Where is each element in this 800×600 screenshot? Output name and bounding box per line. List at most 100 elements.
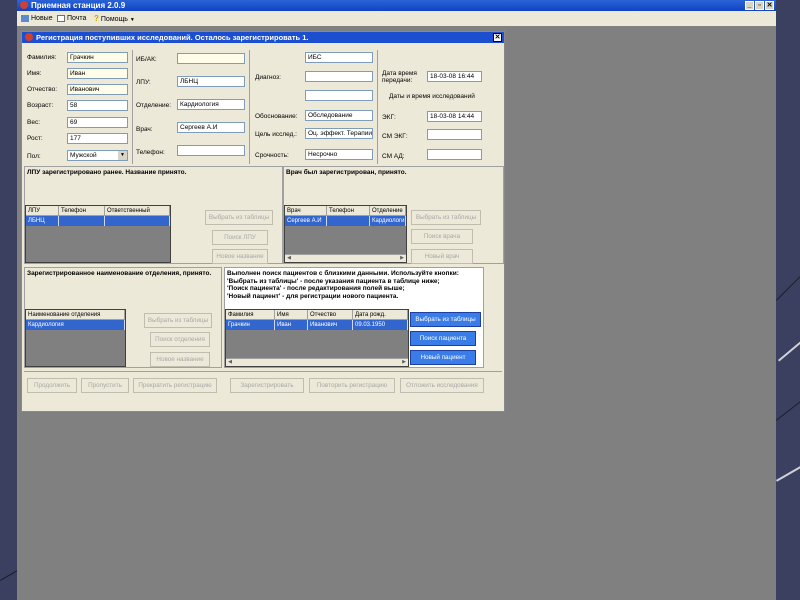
department-field[interactable]: Кардиология: [177, 99, 245, 110]
doctor-col-header[interactable]: Отделение: [370, 206, 406, 216]
department-table: Наименование отделения Кардиология: [25, 309, 126, 367]
age-field[interactable]: 58: [67, 100, 128, 111]
ib-field[interactable]: [177, 53, 245, 64]
scroll-right-icon[interactable]: ▶: [400, 359, 408, 366]
app-icon: [20, 1, 28, 9]
lastname-label: Фамилия:: [27, 54, 57, 61]
scroll-right-icon[interactable]: ▶: [398, 255, 406, 262]
scroll-left-icon[interactable]: ◀: [226, 359, 234, 366]
transfer-field[interactable]: 18-03-08 16:44: [427, 71, 482, 82]
height-field[interactable]: 177: [67, 133, 128, 144]
patient-row-cell[interactable]: Иван: [275, 320, 308, 330]
patient-message-line: 'Поиск пациента' - после редактирования …: [227, 285, 405, 292]
desktop-stripe: [776, 460, 800, 482]
desktop-stripe: [0, 570, 18, 581]
ecg-field[interactable]: 18-03-08 14:44: [427, 111, 482, 122]
doctor-field[interactable]: Сергеев А.И: [177, 122, 245, 133]
patronymic-field[interactable]: Иванович: [67, 84, 128, 95]
patient-col-header[interactable]: Имя: [275, 310, 308, 320]
register-button[interactable]: Зарегистрировать: [230, 378, 304, 393]
doctor-select-button[interactable]: Выбрать из таблицы: [411, 210, 481, 225]
diagnosis-field-2[interactable]: [305, 90, 373, 101]
department-col-header[interactable]: Наименование отделения: [26, 310, 125, 320]
patient-col-header[interactable]: Отчество: [308, 310, 353, 320]
patient-row-cell[interactable]: 09.03.1950: [353, 320, 408, 330]
column-separator: [377, 50, 378, 164]
goal-field[interactable]: Оц. эффект. Терапии: [305, 128, 373, 139]
basis-field[interactable]: Обследование: [305, 110, 373, 121]
doctor-new-button[interactable]: Новый врач: [411, 249, 473, 264]
maximize-button[interactable]: ▫: [755, 1, 764, 10]
department-select-button[interactable]: Выбрать из таблицы: [144, 313, 212, 328]
diagnosis-field-1[interactable]: [305, 71, 373, 82]
lastname-field[interactable]: Грачкин: [67, 52, 128, 63]
department-label: Отделение:: [136, 102, 172, 109]
patient-table-scrollbar[interactable]: ◀ ▶: [226, 358, 408, 366]
lpu-field[interactable]: ЛБНЦ: [177, 76, 245, 87]
sm-ecg-label: СМ ЭКГ:: [382, 133, 408, 140]
department-row-cell[interactable]: Кардиология: [26, 320, 125, 330]
patient-col-header[interactable]: Дата рожд.: [353, 310, 408, 320]
lpu-label: ЛПУ:: [136, 79, 151, 86]
phone-field[interactable]: [177, 145, 245, 156]
department-new-button[interactable]: Новое название: [150, 352, 210, 367]
doctor-row-cell[interactable]: Сергеев А.И: [285, 216, 327, 226]
lpu-row-cell[interactable]: [59, 216, 105, 226]
new-icon: [21, 14, 29, 22]
patient-message-line: Выполнен поиск пациентов с близкими данн…: [227, 270, 459, 277]
age-label: Возраст:: [27, 102, 54, 109]
lpu-row-cell[interactable]: [105, 216, 170, 226]
patient-message-line: 'Выбрать из таблицы' - после указания па…: [227, 277, 440, 285]
reject-exam-button[interactable]: Отложить исследования: [400, 378, 484, 393]
lpu-table: ЛПУ Телефон Ответственный ЛБНЦ: [25, 205, 171, 263]
sm-ad-field[interactable]: [427, 149, 482, 160]
sm-ecg-field[interactable]: [427, 129, 482, 140]
weight-field[interactable]: 69: [67, 117, 128, 128]
doctor-search-button[interactable]: Поиск врача: [411, 229, 473, 244]
minimize-button[interactable]: _: [745, 1, 754, 10]
doctor-col-header[interactable]: Врач: [285, 206, 327, 216]
menu-help[interactable]: ? Помощь ▼: [94, 14, 135, 24]
patient-select-button[interactable]: Выбрать из таблицы: [410, 312, 481, 327]
doctor-message: Врач был зарегистрирован, принято.: [286, 169, 407, 176]
goal-label: Цель исслед.:: [255, 131, 297, 138]
scroll-left-icon[interactable]: ◀: [285, 255, 293, 262]
lpu-col-header[interactable]: Телефон: [59, 206, 105, 216]
patient-col-header[interactable]: Фамилия: [226, 310, 275, 320]
chevron-down-icon: ▼: [118, 151, 127, 160]
patient-row-cell[interactable]: Иванович: [308, 320, 353, 330]
column-separator: [249, 50, 250, 164]
menu-mail[interactable]: Почта: [57, 14, 86, 24]
menu-new-label: Новые: [31, 15, 53, 22]
doctor-col-header[interactable]: Телефон: [327, 206, 370, 216]
department-search-button[interactable]: Поиск отделения: [150, 332, 210, 347]
doctor-label: Врач:: [136, 126, 153, 133]
firstname-field[interactable]: Иван: [67, 68, 128, 79]
diagnosis-top-field[interactable]: ИБС: [305, 52, 373, 63]
repeat-registration-button[interactable]: Повторить регистрацию: [309, 378, 395, 393]
menu-mail-label: Почта: [67, 15, 87, 22]
urgency-field[interactable]: Несрочно: [305, 149, 373, 160]
lpu-new-button[interactable]: Новое название: [212, 249, 268, 264]
dialog-close-button[interactable]: ✕: [493, 33, 502, 42]
patient-new-button[interactable]: Новый пациент: [410, 350, 476, 365]
lpu-col-header[interactable]: Ответственный: [105, 206, 170, 216]
app-title: Приемная станция 2.0.9: [31, 1, 126, 10]
lpu-col-header[interactable]: ЛПУ: [26, 206, 59, 216]
lpu-search-button[interactable]: Поиск ЛПУ: [212, 230, 268, 245]
close-button[interactable]: ✕: [765, 1, 774, 10]
continue-button[interactable]: Продолжить: [27, 378, 77, 393]
doctor-row-cell[interactable]: [327, 216, 370, 226]
doctor-table: Врач Телефон Отделение Сергеев А.И Карди…: [284, 205, 407, 263]
menu-new[interactable]: Новые: [21, 14, 53, 24]
patient-row-cell[interactable]: Грачкин: [226, 320, 275, 330]
lpu-row-cell[interactable]: ЛБНЦ: [26, 216, 59, 226]
lpu-select-button[interactable]: Выбрать из таблицы: [205, 210, 273, 225]
skip-button[interactable]: Пропустить: [81, 378, 129, 393]
doctor-table-scrollbar[interactable]: ◀ ▶: [285, 254, 406, 262]
doctor-row-cell[interactable]: Кардиологи: [370, 216, 406, 226]
patient-search-button[interactable]: Поиск пациента: [410, 331, 476, 346]
stop-registration-button[interactable]: Прекратить регистрацию: [133, 378, 217, 393]
phone-label: Телефон:: [136, 149, 165, 156]
sex-select[interactable]: Мужской ▼: [67, 150, 128, 161]
